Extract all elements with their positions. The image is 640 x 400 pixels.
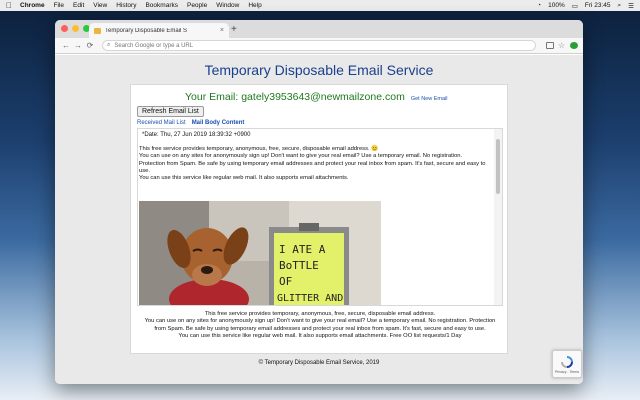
footer-line: This free service provides temporary, an… (204, 311, 436, 317)
sign-line: GLITTER AND (277, 293, 343, 304)
copyright: © Temporary Disposable Email Service, 20… (258, 360, 380, 366)
tab-received-mail-list[interactable]: Received Mail List (137, 120, 186, 126)
new-tab-button[interactable]: + (231, 24, 237, 35)
browser-tab[interactable]: Temporary Disposable Email S × (89, 23, 229, 38)
footer-line: You can use on any sites for anonymously… (144, 318, 496, 332)
mail-body-frame[interactable]: *Date: Thu, 27 Jun 2019 18:39:32 +0900 T… (137, 128, 503, 306)
wifi-icon[interactable]: ◔ (537, 2, 541, 9)
cast-icon[interactable] (546, 42, 554, 49)
menu-people[interactable]: People (187, 2, 207, 9)
search-icon: ⌕ (107, 42, 111, 48)
macos-menu-bar:  Chrome File Edit View History Bookmark… (0, 0, 640, 11)
service-description: This free service provides temporary, an… (131, 311, 509, 340)
mail-tabs: Received Mail List Mail Body Content (137, 120, 244, 126)
recaptcha-icon (561, 355, 573, 368)
menu-view[interactable]: View (93, 2, 107, 9)
recaptcha-links[interactable]: Privacy - Terms (555, 370, 579, 374)
menu-edit[interactable]: Edit (73, 2, 84, 9)
tab-close-icon[interactable]: × (220, 27, 224, 34)
mail-panel: Your Email: gately3953643@newmailzone.co… (130, 84, 508, 354)
tab-strip: Temporary Disposable Email S × + (55, 20, 583, 38)
mail-line: Protection from Spam. Be safe by using t… (139, 160, 486, 174)
email-line: Your Email: gately3953643@newmailzone.co… (185, 91, 448, 103)
mail-body-text: This free service provides temporary, an… (139, 146, 493, 182)
forward-button[interactable]: → (72, 41, 84, 50)
menu-file[interactable]: File (54, 2, 64, 9)
sign-line: I ATE A (279, 243, 326, 256)
favicon-icon (94, 27, 101, 34)
battery-icon[interactable]: ▭ (572, 2, 578, 10)
site-title: Temporary Disposable Email Service (204, 62, 434, 78)
footer-line: You can use this service like regular we… (178, 332, 462, 339)
menu-history[interactable]: History (116, 2, 136, 9)
address-placeholder: Search Google or type a URL (114, 42, 194, 49)
status-area: ◔ 100% ▭ Fri 23:45 ⌕ ☰ (537, 2, 634, 10)
mail-line: You can use on any sites for anonymously… (139, 153, 463, 160)
reload-button[interactable]: ⟳ (84, 41, 96, 50)
search-icon[interactable]: ⌕ (618, 2, 622, 10)
clock[interactable]: Fri 23:45 (585, 2, 611, 9)
mail-scrollbar[interactable] (494, 129, 502, 305)
mail-date: *Date: Thu, 27 Jun 2019 18:39:32 +0900 (142, 132, 251, 138)
sign-line: OF (279, 275, 292, 288)
menu-list-icon[interactable]: ☰ (628, 2, 634, 10)
apple-icon[interactable]:  (6, 1, 12, 10)
dog-photo: I ATE A BoTTLE OF GLITTER AND (139, 201, 381, 305)
refresh-email-list-button[interactable]: Refresh Email List (137, 106, 204, 117)
mail-scrollbar-thumb[interactable] (496, 139, 500, 194)
mail-line: You can use this service like regular we… (139, 175, 349, 182)
menu-bookmarks[interactable]: Bookmarks (145, 2, 178, 9)
menu-help[interactable]: Help (248, 2, 261, 9)
menu-window[interactable]: Window (216, 2, 239, 9)
get-new-email-link[interactable]: Get New Email (411, 96, 448, 102)
tab-title: Temporary Disposable Email S (105, 27, 188, 34)
address-bar[interactable]: ⌕ Search Google or type a URL (102, 40, 536, 51)
email-address: Your Email: gately3953643@newmailzone.co… (185, 91, 405, 103)
recaptcha-badge[interactable]: Privacy - Terms (552, 350, 582, 378)
mail-line: This free service provides temporary, an… (139, 146, 379, 152)
menu-chrome[interactable]: Chrome (20, 2, 45, 9)
dog-photo-image: I ATE A BoTTLE OF GLITTER AND (139, 201, 381, 305)
extension-icon[interactable] (570, 42, 578, 49)
browser-window: Temporary Disposable Email S × + ← → ⟳ ⌕… (55, 20, 583, 384)
close-window-button[interactable] (61, 25, 68, 32)
back-button[interactable]: ← (60, 41, 72, 50)
browser-toolbar: ← → ⟳ ⌕ Search Google or type a URL ☆ (55, 38, 583, 54)
window-controls (61, 25, 90, 32)
battery-percent[interactable]: 100% (548, 2, 565, 9)
tab-mail-body-content[interactable]: Mail Body Content (192, 120, 245, 126)
sign-line: BoTTLE (279, 259, 319, 272)
minimize-window-button[interactable] (72, 25, 79, 32)
page-viewport: Temporary Disposable Email Service Your … (55, 55, 583, 384)
bookmark-star-icon[interactable]: ☆ (558, 42, 566, 50)
